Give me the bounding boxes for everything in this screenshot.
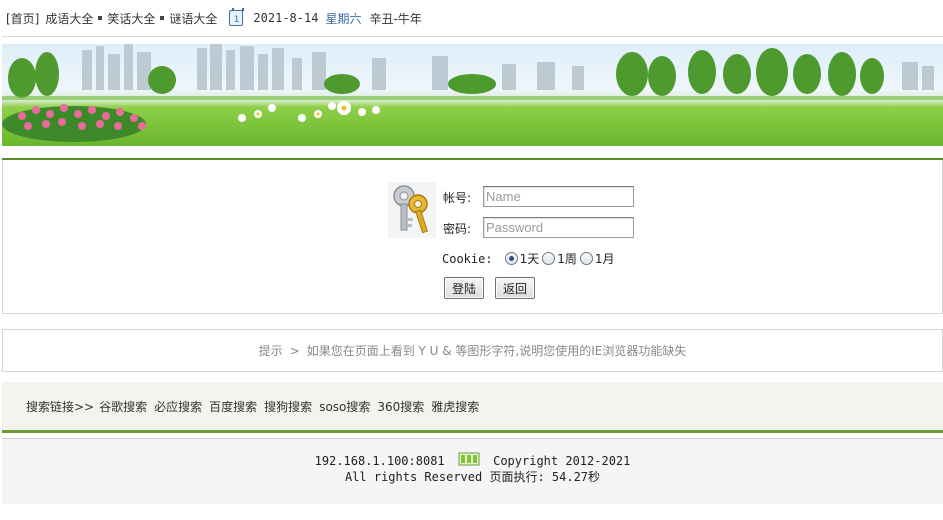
search-link-soso[interactable]: soso搜索: [319, 398, 370, 415]
search-link-google[interactable]: 谷歌搜索: [99, 398, 147, 415]
cookie-label: Cookie:: [442, 251, 493, 266]
keys-icon: [388, 182, 436, 238]
back-button[interactable]: 返回: [495, 277, 536, 299]
server-address: 192.168.1.100:8081: [314, 454, 445, 468]
cookie-option-1-day[interactable]: 1天: [504, 250, 540, 267]
cookie-option-1-week[interactable]: 1周: [542, 250, 577, 267]
account-input[interactable]: [483, 186, 634, 207]
search-link-360[interactable]: 360搜索: [377, 398, 424, 415]
cookie-options: Cookie: 1天 1周 1月: [442, 250, 618, 267]
current-weekday: 星期六: [325, 11, 362, 26]
tip-label: 提示: [258, 344, 283, 358]
copyright-text: Copyright 2012-2021: [493, 454, 631, 468]
banner-image: [2, 44, 943, 146]
nav-idioms-link[interactable]: 成语大全: [45, 10, 93, 27]
nav-separator-dot: [160, 16, 165, 20]
footer-line-1: 192.168.1.100:8081 Copyright 2012-2021: [2, 452, 943, 469]
account-label: 帐号:: [443, 191, 472, 205]
radio-unchecked-icon[interactable]: [579, 252, 593, 265]
login-button[interactable]: 登陆: [444, 277, 485, 299]
banner-landscape-illustration: [2, 44, 943, 142]
nav-separator-dot: [98, 16, 103, 20]
calendar-icon: 1: [229, 8, 245, 26]
tip-text: 如果您在页面上看到 Y U & 等图形字符,说明您使用的IE浏览器功能缺失: [306, 344, 687, 358]
search-link-bing[interactable]: 必应搜索: [154, 398, 202, 415]
top-nav: [首页] 成语大全 笑话大全 谜语大全 1 2021-8-14 星期六 辛丑-牛…: [0, 0, 943, 36]
nav-jokes-link[interactable]: 笑话大全: [107, 10, 155, 27]
search-links-bar: 搜索链接>> 谷歌搜索 必应搜索 百度搜索 搜狗搜索 soso搜索 360搜索 …: [2, 382, 943, 431]
search-link-sogou[interactable]: 搜狗搜索: [264, 398, 312, 415]
tip-bar: 提示 > 如果您在页面上看到 Y U & 等图形字符,说明您使用的IE浏览器功能…: [2, 329, 943, 372]
rights-text: All rights Reserved 页面执行: 54.27秒: [344, 470, 601, 484]
site-logo-icon: [458, 452, 480, 466]
password-input[interactable]: [483, 217, 634, 238]
current-date: 2021-8-14: [253, 11, 319, 25]
nav-riddles-link[interactable]: 谜语大全: [169, 10, 217, 27]
footer: 192.168.1.100:8081 Copyright 2012-2021 A…: [2, 439, 943, 504]
cookie-option-label: 1周: [557, 252, 577, 266]
cookie-option-label: 1月: [594, 252, 615, 266]
tip-arrow-icon: >: [289, 343, 300, 358]
footer-green-divider: [2, 430, 943, 433]
banner-top-divider: [2, 36, 943, 37]
password-label: 密码:: [443, 222, 472, 236]
search-link-baidu[interactable]: 百度搜索: [209, 398, 257, 415]
nav-home-link[interactable]: [首页]: [6, 10, 39, 27]
cookie-option-label: 1天: [519, 252, 540, 266]
lunar-year: 辛丑-牛年: [369, 11, 422, 26]
search-link-yahoo[interactable]: 雅虎搜索: [431, 398, 479, 415]
radio-unchecked-icon[interactable]: [542, 252, 556, 265]
radio-checked-icon[interactable]: [504, 252, 518, 265]
cookie-option-1-month[interactable]: 1月: [579, 250, 615, 267]
search-links-lead: 搜索链接>>: [26, 400, 95, 414]
